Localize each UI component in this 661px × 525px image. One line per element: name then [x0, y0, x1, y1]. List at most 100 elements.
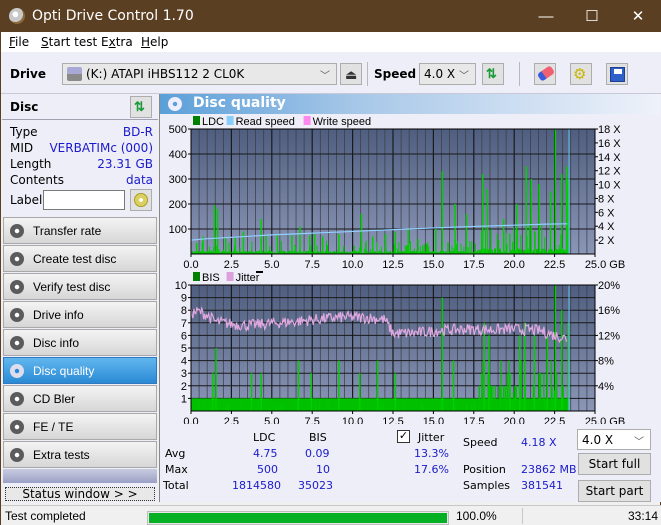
- bar-noise: [506, 401, 507, 411]
- bar-noise: [513, 392, 514, 411]
- disc-label-label: Label: [10, 193, 42, 207]
- disc-icon: [134, 193, 148, 207]
- status-bar: Test completed 100.0% 33:14: [1, 505, 661, 525]
- bar-peak: [214, 205, 216, 254]
- start-part-button[interactable]: Start part: [578, 480, 651, 502]
- start-full-button[interactable]: Start full: [578, 453, 651, 475]
- bar-noise: [354, 246, 355, 254]
- bar-noise: [380, 406, 381, 411]
- y2-tick-label: 10 X: [598, 180, 621, 192]
- refresh-button[interactable]: ⇅: [482, 63, 504, 85]
- bar-noise: [219, 249, 220, 254]
- nav-extra-tests[interactable]: Extra tests: [3, 441, 157, 468]
- app-icon: [9, 8, 25, 24]
- x-tick-label: 10.0: [342, 416, 363, 424]
- total-bis: 35023: [298, 479, 333, 492]
- menu-start-test[interactable]: Start test: [41, 35, 97, 49]
- save-button[interactable]: [606, 63, 628, 85]
- nav-verify-test-disc[interactable]: Verify test disc: [3, 273, 157, 300]
- y2-tick-label: 4 X: [598, 221, 615, 233]
- bar-noise: [282, 407, 283, 411]
- bar-peak: [466, 214, 468, 254]
- bar-noise: [269, 404, 270, 411]
- bar-peak: [260, 219, 262, 254]
- nav-create-test-disc[interactable]: Create test disc: [3, 245, 157, 272]
- bar-peak: [395, 373, 397, 411]
- jitter-label: Jitter: [418, 431, 444, 444]
- bar-noise: [230, 250, 231, 254]
- y-tick-label: 3: [181, 368, 187, 380]
- erase-button[interactable]: [534, 63, 556, 85]
- drive-icon: [67, 67, 82, 81]
- bar-peak: [555, 129, 557, 254]
- bar-noise: [414, 249, 415, 254]
- jitter-checkbox[interactable]: ✓: [397, 430, 410, 443]
- settings-button[interactable]: ⚙: [570, 63, 592, 85]
- disc-label-button[interactable]: [130, 189, 152, 211]
- bar-peak: [291, 235, 293, 254]
- speed-select[interactable]: 4.0 X ﹀: [419, 63, 476, 85]
- nav-label: Verify test disc: [33, 280, 110, 294]
- test-speed-select[interactable]: 4.0 X ﹀: [577, 429, 651, 450]
- y2-tick-label: 2 X: [598, 235, 615, 247]
- progress-percent: 100.0%: [456, 509, 497, 523]
- bar-peak: [251, 373, 253, 411]
- bar-noise: [410, 241, 411, 254]
- status-divider: [522, 508, 523, 524]
- nav-disc-info[interactable]: Disc info: [3, 329, 157, 356]
- nav-fe-te[interactable]: FE / TE: [3, 413, 157, 440]
- bar-noise: [491, 229, 492, 254]
- drive-label: Drive: [10, 67, 46, 81]
- status-window-button[interactable]: Status window > >: [5, 487, 155, 501]
- menu-file[interactable]: File: [9, 35, 29, 49]
- y-tick-label: 1: [181, 393, 187, 405]
- disc-label-input[interactable]: [43, 190, 125, 210]
- close-button[interactable]: ✕: [615, 1, 661, 32]
- bar-noise: [447, 242, 448, 254]
- disc-mid-value: VERBATIMc (000): [49, 141, 153, 155]
- avg-jitter: 13.3%: [414, 447, 449, 460]
- nav-drive-info[interactable]: Drive info: [3, 301, 157, 328]
- bar-peak: [547, 335, 549, 411]
- bar-peak: [311, 373, 313, 411]
- test-speed-value: 4.0 X: [582, 433, 613, 447]
- bar-noise: [383, 404, 384, 411]
- y-tick-label: 500: [169, 124, 187, 136]
- legend-label-read-speed: Read speed: [236, 116, 295, 128]
- bar-peak: [566, 167, 568, 255]
- menu-extra[interactable]: Extra: [101, 35, 133, 49]
- bar-peak: [361, 214, 363, 254]
- bar-noise: [498, 240, 499, 254]
- bar-peak: [519, 335, 521, 411]
- main-panel: Disc quality LDCRead speedWrite speed100…: [159, 94, 661, 502]
- bar-noise: [515, 390, 516, 411]
- eject-button[interactable]: ⏏: [340, 63, 362, 85]
- bar-noise: [455, 403, 456, 411]
- disc-refresh-button[interactable]: ⇅: [130, 96, 152, 118]
- bar-noise: [343, 246, 344, 254]
- position-label: Position: [463, 463, 506, 476]
- ldc-chart: LDCRead speedWrite speed1002003004005002…: [160, 114, 660, 274]
- bar-peak: [235, 237, 237, 255]
- nav-cd-bler[interactable]: CD Bler: [3, 385, 157, 412]
- nav-disc-quality[interactable]: Disc quality: [3, 357, 157, 384]
- bar-noise: [457, 241, 458, 254]
- drive-select[interactable]: (K:) ATAPI iHBS112 2 CL0K ﹀: [62, 63, 337, 85]
- maximize-button[interactable]: ☐: [569, 1, 615, 32]
- minimize-button[interactable]: —: [523, 1, 569, 32]
- bar-noise: [241, 406, 242, 411]
- bar-noise: [258, 401, 259, 411]
- toolbar-separator: [519, 62, 520, 86]
- nav-transfer-rate[interactable]: Transfer rate: [3, 217, 157, 244]
- bar-peak: [482, 174, 484, 254]
- bar-noise: [311, 250, 312, 254]
- bar-noise: [422, 407, 423, 411]
- bar-noise: [327, 245, 328, 254]
- position-value: 23862 MB: [521, 463, 577, 476]
- menu-help[interactable]: Help: [141, 35, 168, 49]
- panel-title: Disc quality: [193, 95, 286, 111]
- bar-noise: [209, 246, 210, 254]
- nav-label: Extra tests: [33, 448, 90, 462]
- bar-noise: [227, 406, 228, 411]
- bar-noise: [544, 394, 545, 411]
